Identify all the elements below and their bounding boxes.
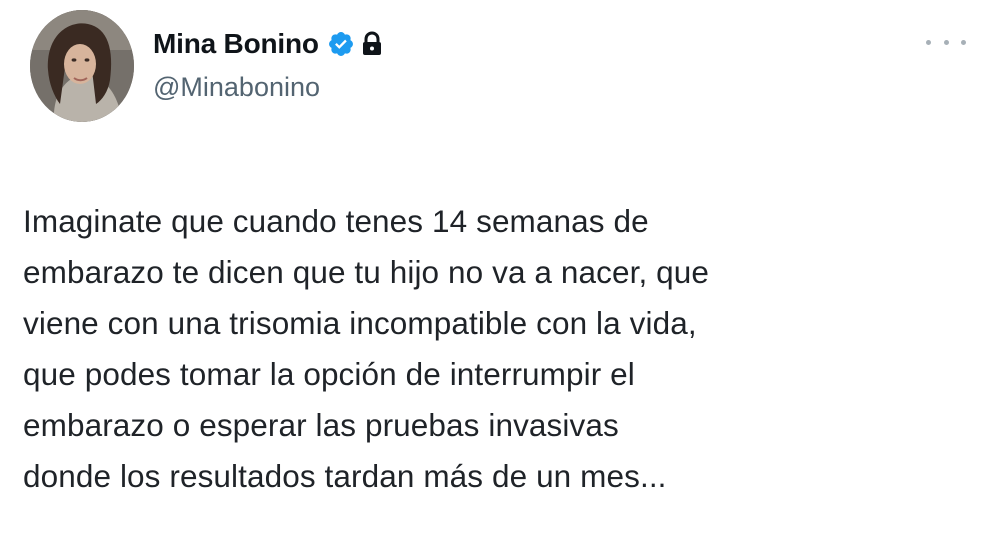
tweet-text-line: embarazo o esperar las pruebas invasivas (23, 407, 619, 443)
tweet-text-line: que podes tomar la opción de interrumpir… (23, 356, 635, 392)
tweet-text-line: embarazo te dicen que tu hijo no va a na… (23, 254, 710, 290)
lock-icon (361, 31, 383, 57)
avatar[interactable] (30, 10, 134, 122)
more-options-icon-dot (961, 39, 966, 45)
author-name-row: Mina Bonino (153, 24, 383, 64)
tweet-text: Imaginate que cuando tenes 14 semanas de… (23, 196, 973, 502)
tweet-text-line: donde los resultados tardan más de un me… (23, 458, 667, 494)
display-name[interactable]: Mina Bonino (153, 28, 319, 60)
tweet-card: Mina Bonino @Minabonino Imaginate que cu… (0, 0, 990, 556)
author-handle[interactable]: @Minabonino (153, 72, 320, 103)
tweet-text-line: Imaginate que cuando tenes 14 semanas de (23, 203, 649, 239)
verified-badge-icon (327, 30, 355, 58)
avatar-image (30, 10, 134, 122)
more-options-icon-dot (943, 39, 949, 45)
more-options-icon (926, 39, 931, 45)
tweet-text-line: viene con una trisomia incompatible con … (23, 305, 697, 341)
more-options-button[interactable] (926, 30, 966, 54)
